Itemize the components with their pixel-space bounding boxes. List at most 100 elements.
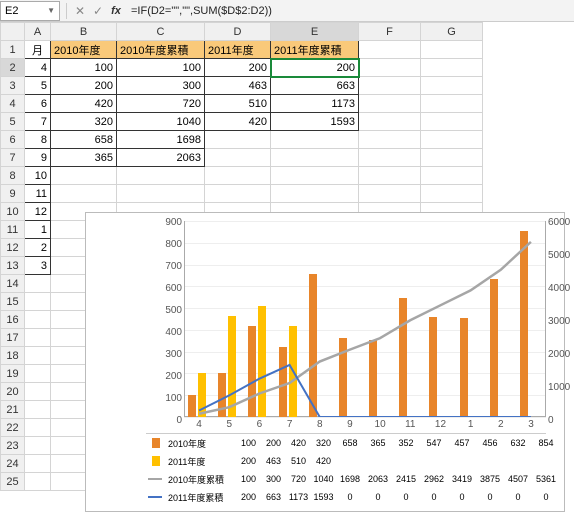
cell[interactable] — [359, 41, 421, 59]
cell[interactable] — [25, 347, 51, 365]
row-header[interactable]: 4 — [1, 95, 25, 113]
row-header[interactable]: 3 — [1, 77, 25, 95]
cell[interactable]: 12 — [25, 203, 51, 221]
cell[interactable] — [25, 383, 51, 401]
row-header[interactable]: 10 — [1, 203, 25, 221]
cell[interactable] — [359, 185, 421, 203]
row-header[interactable]: 19 — [1, 365, 25, 383]
cell[interactable]: 5 — [25, 77, 51, 95]
col-header-G[interactable]: G — [421, 23, 483, 41]
col-header-F[interactable]: F — [359, 23, 421, 41]
cell[interactable] — [421, 185, 483, 203]
cell[interactable]: 10 — [25, 167, 51, 185]
cell[interactable]: 6 — [25, 95, 51, 113]
cell[interactable] — [25, 473, 51, 491]
row-header[interactable]: 13 — [1, 257, 25, 275]
row-header[interactable]: 9 — [1, 185, 25, 203]
row-header[interactable]: 15 — [1, 293, 25, 311]
cell[interactable]: 200 — [271, 59, 359, 77]
cell[interactable] — [117, 167, 205, 185]
cell[interactable] — [421, 95, 483, 113]
row-header[interactable]: 25 — [1, 473, 25, 491]
cell[interactable]: 2 — [25, 239, 51, 257]
cell[interactable] — [421, 59, 483, 77]
cell[interactable] — [25, 437, 51, 455]
cell[interactable]: 365 — [51, 149, 117, 167]
cell[interactable]: 200 — [205, 59, 271, 77]
cell[interactable] — [359, 95, 421, 113]
row-header[interactable]: 16 — [1, 311, 25, 329]
cell[interactable] — [25, 329, 51, 347]
cell[interactable] — [25, 311, 51, 329]
cell[interactable] — [205, 185, 271, 203]
row-header[interactable]: 12 — [1, 239, 25, 257]
cell[interactable] — [421, 167, 483, 185]
cell[interactable]: 1 — [25, 221, 51, 239]
cell[interactable] — [271, 131, 359, 149]
cell[interactable]: 420 — [205, 113, 271, 131]
cell[interactable]: 3 — [25, 257, 51, 275]
cell[interactable] — [271, 167, 359, 185]
cell[interactable]: 1173 — [271, 95, 359, 113]
row-header[interactable]: 17 — [1, 329, 25, 347]
cell[interactable]: 2011年度 — [205, 41, 271, 59]
cell[interactable] — [51, 167, 117, 185]
cell[interactable]: 420 — [51, 95, 117, 113]
cell[interactable]: 720 — [117, 95, 205, 113]
cell[interactable]: 9 — [25, 149, 51, 167]
cell[interactable]: 2011年度累積 — [271, 41, 359, 59]
chart[interactable]: 9008007006005004003002001000 60005000400… — [85, 212, 565, 512]
row-header[interactable]: 23 — [1, 437, 25, 455]
row-header[interactable]: 5 — [1, 113, 25, 131]
cell[interactable] — [25, 275, 51, 293]
chevron-down-icon[interactable]: ▼ — [47, 6, 55, 15]
cell[interactable] — [359, 113, 421, 131]
row-header[interactable]: 11 — [1, 221, 25, 239]
cell[interactable]: 2010年度累積 — [117, 41, 205, 59]
name-box[interactable]: E2 ▼ — [0, 1, 60, 21]
row-header[interactable]: 8 — [1, 167, 25, 185]
cell[interactable] — [25, 401, 51, 419]
cell[interactable]: 100 — [51, 59, 117, 77]
cell[interactable]: 510 — [205, 95, 271, 113]
row-header[interactable]: 2 — [1, 59, 25, 77]
cell[interactable] — [421, 113, 483, 131]
row-header[interactable]: 1 — [1, 41, 25, 59]
row-header[interactable]: 14 — [1, 275, 25, 293]
cell[interactable] — [25, 293, 51, 311]
cell[interactable] — [359, 131, 421, 149]
formula-input[interactable]: =IF(D2="","",SUM($D$2:D2)) — [125, 4, 574, 18]
row-header[interactable]: 20 — [1, 383, 25, 401]
cancel-icon[interactable]: ✕ — [71, 2, 89, 20]
cell[interactable]: 8 — [25, 131, 51, 149]
cell[interactable] — [271, 149, 359, 167]
cell[interactable]: 1040 — [117, 113, 205, 131]
cell[interactable]: 月 — [25, 41, 51, 59]
col-header-C[interactable]: C — [117, 23, 205, 41]
cell[interactable]: 4 — [25, 59, 51, 77]
cell[interactable] — [421, 77, 483, 95]
cell[interactable]: 11 — [25, 185, 51, 203]
cell[interactable]: 1698 — [117, 131, 205, 149]
row-header[interactable]: 6 — [1, 131, 25, 149]
cell[interactable] — [205, 167, 271, 185]
row-header[interactable]: 7 — [1, 149, 25, 167]
cell[interactable] — [359, 167, 421, 185]
col-header-D[interactable]: D — [205, 23, 271, 41]
cell[interactable] — [421, 131, 483, 149]
cell[interactable]: 463 — [205, 77, 271, 95]
cell[interactable]: 658 — [51, 131, 117, 149]
enter-icon[interactable]: ✓ — [89, 2, 107, 20]
cell[interactable] — [421, 41, 483, 59]
col-header-A[interactable]: A — [25, 23, 51, 41]
row-header[interactable]: 24 — [1, 455, 25, 473]
cell[interactable]: 100 — [117, 59, 205, 77]
cell[interactable]: 1593 — [271, 113, 359, 131]
cell[interactable] — [25, 365, 51, 383]
cell[interactable] — [25, 455, 51, 473]
row-header[interactable]: 21 — [1, 401, 25, 419]
cell[interactable]: 200 — [51, 77, 117, 95]
cell[interactable] — [205, 131, 271, 149]
cell[interactable] — [421, 149, 483, 167]
cell[interactable] — [359, 77, 421, 95]
